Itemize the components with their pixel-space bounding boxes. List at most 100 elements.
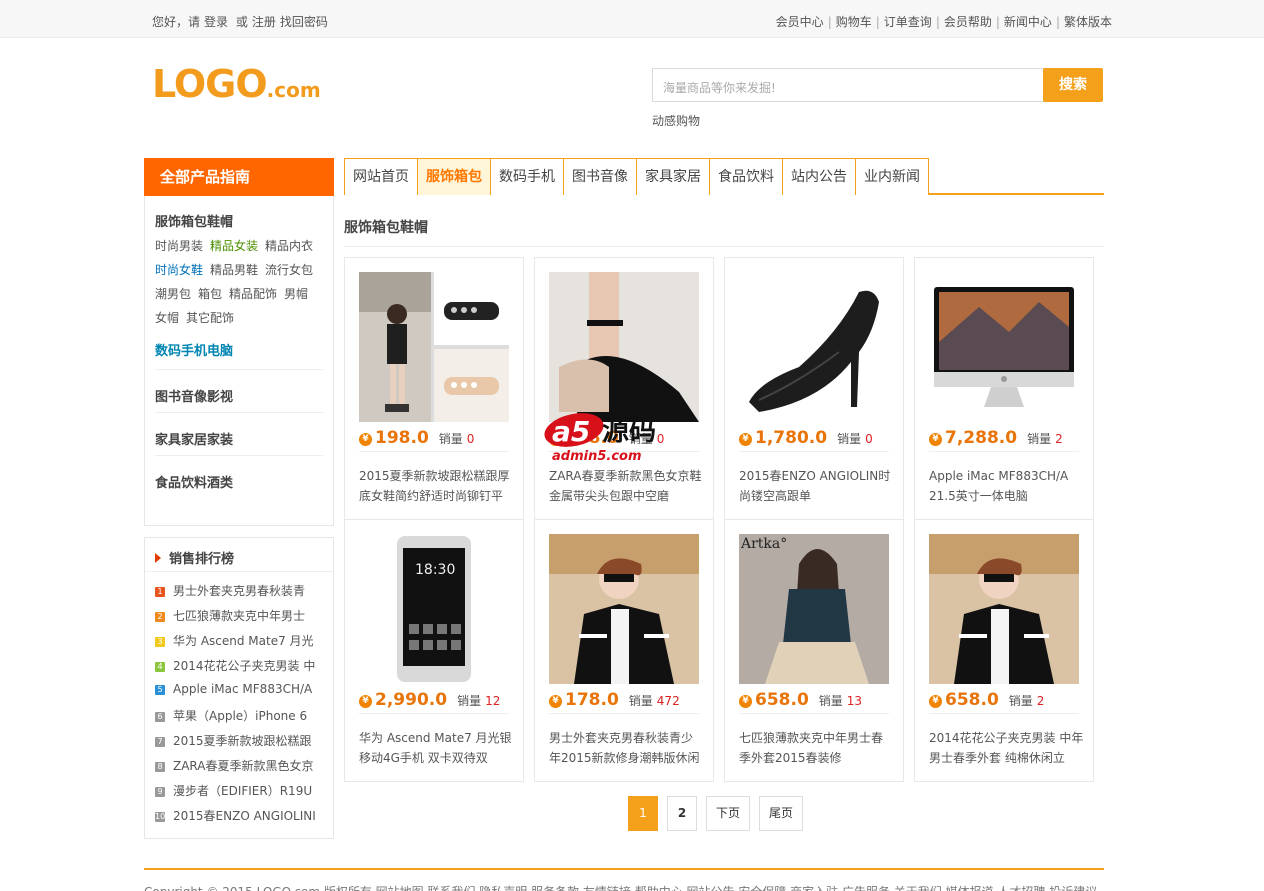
nav-tab[interactable]: 数码手机 [491,158,564,195]
top-link-member-center[interactable]: 会员中心 [776,15,824,29]
product-card[interactable]: Artka° ¥658.0 销量 13 七匹狼薄款夹克中年男士春季外套2015春装修 [724,519,904,782]
product-image[interactable] [739,272,889,422]
ranking-item[interactable]: 6 苹果（Apple）iPhone 6 [155,707,325,732]
ranking-item[interactable]: 4 2014花花公子夹克男装 中 [155,657,325,682]
product-image[interactable] [549,272,699,422]
ranking-item-label: 七匹狼薄款夹克中年男士 [173,609,306,623]
sales-count: 472 [656,694,680,708]
sales-count: 2 [1055,432,1063,446]
nav-tab[interactable]: 网站首页 [345,158,418,195]
section-title: 服饰箱包鞋帽 [344,195,1104,247]
nav-tab[interactable]: 家具家居 [637,158,710,195]
product-image[interactable] [929,534,1079,684]
product-title[interactable]: 男士外套夹克男春秋装青少年2015新款修身潮韩版休闲 [549,728,704,768]
category-link[interactable]: 时尚女鞋 [155,263,203,277]
a5-watermark-logo: a5 源码 admin5.com [538,404,688,464]
category-link[interactable]: 精品内衣 [265,239,313,253]
ranking-item[interactable]: 9 漫步者（EDIFIER）R19U [155,782,325,807]
product-title[interactable]: ZARA春夏季新款黑色女京鞋金属带尖头包跟中空磨 [549,466,704,506]
hot-keyword[interactable]: 动感购物 [652,112,700,129]
nav-tab[interactable]: 业内新闻 [856,158,929,195]
top-link-news[interactable]: 新闻中心 [1004,15,1052,29]
product-image[interactable] [929,272,1079,422]
product-card[interactable]: ¥178.0销量0 ZARA春夏季新款黑色女京鞋金属带尖头包跟中空磨 [534,257,714,520]
ranking-item-label: 2015春ENZO ANGIOLINI [173,809,316,823]
category-guide-title: 全部产品指南 [144,158,334,196]
product-price: 178.0 [565,690,619,710]
category-title-books[interactable]: 图书音像影视 [155,372,323,413]
category-link[interactable]: 精品配饰 [229,287,277,301]
ranking-item[interactable]: 7 2015夏季新款坡跟松糕跟 [155,732,325,757]
category-title-furniture[interactable]: 家具家居家装 [155,415,323,456]
nav-tab[interactable]: 站内公告 [783,158,856,195]
category-link[interactable]: 女帽 [155,311,179,325]
product-card[interactable]: ¥178.0 销量 472 男士外套夹克男春秋装青少年2015新款修身潮韩版休闲 [534,519,714,782]
site-logo[interactable]: LOGO.com [152,65,321,103]
page-1-button[interactable]: 1 [628,796,658,831]
sales-label: 销量 [438,432,463,446]
product-image[interactable]: 18:30 [359,534,509,684]
last-page-button[interactable]: 尾页 [759,796,804,831]
page-2-button[interactable]: 2 [667,796,697,831]
top-link-traditional[interactable]: 繁体版本 [1064,15,1112,29]
category-link[interactable]: 潮男包 [155,287,191,301]
register-link[interactable]: 注册 [252,15,276,29]
category-link[interactable]: 时尚男装 [155,239,203,253]
product-title[interactable]: 2015春ENZO ANGIOLIN时尚镂空高跟单 [739,466,894,506]
ranking-item-label: 男士外套夹克男春秋装青 [173,584,306,598]
ranking-item-label: 2014花花公子夹克男装 中 [173,659,316,673]
category-link[interactable]: 其它配饰 [186,311,234,325]
rank-number-badge: 7 [155,737,165,747]
product-card[interactable]: ¥7,288.0 销量 2 Apple iMac MF883CH/A 21.5英寸一… [914,257,1094,520]
nav-tab[interactable]: 服饰箱包 [418,158,491,195]
ranking-item[interactable]: 8 ZARA春夏季新款黑色女京 [155,757,325,782]
product-card[interactable]: ¥658.0 销量 2 2014花花公子夹克男装 中年男士春季外套 纯棉休闲立 [914,519,1094,782]
category-link[interactable]: 箱包 [198,287,222,301]
triangle-icon [155,553,161,563]
ranking-list: 1 男士外套夹克男春秋装青 2 七匹狼薄款夹克中年男士 3 华为 Ascend Mate7… [145,572,333,832]
category-title-food[interactable]: 食品饮料酒类 [155,458,323,498]
search-button[interactable]: 搜索 [1043,68,1103,102]
product-image[interactable] [549,534,699,684]
pagination: 1 2 下页 尾页 [628,796,812,831]
ranking-item[interactable]: 2 七匹狼薄款夹克中年男士 [155,607,325,632]
ranking-item-label: 苹果（Apple）iPhone 6 [173,709,308,723]
product-card[interactable]: ¥198.0 销量 0 2015夏季新款坡跟松糕跟厚底女鞋简约舒适时尚铆钉平 [344,257,524,520]
search-input[interactable]: 海量商品等你来发掘! [652,68,1044,102]
product-image[interactable]: Artka° [739,534,889,684]
product-card[interactable]: ¥1,780.0 销量 0 2015春ENZO ANGIOLIN时尚镂空高跟单 [724,257,904,520]
category-title-digital[interactable]: 数码手机电脑 [155,330,323,370]
category-link[interactable]: 精品女装 [210,239,258,253]
login-link[interactable]: 登录 [204,15,228,29]
nav-tab[interactable]: 食品饮料 [710,158,783,195]
rank-number-badge: 9 [155,787,165,797]
sales-count: 0 [865,432,873,446]
product-image[interactable] [359,272,509,422]
product-title[interactable]: 七匹狼薄款夹克中年男士春季外套2015春装修 [739,728,894,768]
top-link-order-query[interactable]: 订单查询 [884,15,932,29]
product-price: 7,288.0 [945,428,1018,448]
ranking-item[interactable]: 3 华为 Ascend Mate7 月光 [155,632,325,657]
top-link-help[interactable]: 会员帮助 [944,15,992,29]
product-title[interactable]: 2015夏季新款坡跟松糕跟厚底女鞋简约舒适时尚铆钉平 [359,466,514,506]
next-page-button[interactable]: 下页 [706,796,751,831]
forgot-password-link[interactable]: 找回密码 [280,15,328,29]
ranking-item[interactable]: 5 Apple iMac MF883CH/A [155,682,325,707]
ranking-item[interactable]: 1 男士外套夹克男春秋装青 [155,582,325,607]
product-title[interactable]: Apple iMac MF883CH/A 21.5英寸一体电脑 [929,466,1084,506]
product-title[interactable]: 2014花花公子夹克男装 中年男士春季外套 纯棉休闲立 [929,728,1084,768]
nav-tab[interactable]: 图书音像 [564,158,637,195]
category-link[interactable]: 精品男鞋 [210,263,258,277]
category-link[interactable]: 流行女包 [265,263,313,277]
ranking-item[interactable]: 10 2015春ENZO ANGIOLINI [155,807,325,832]
sales-count: 0 [466,432,475,446]
currency-icon: ¥ [929,695,942,708]
top-link-cart[interactable]: 购物车 [836,15,872,29]
category-title-apparel[interactable]: 服饰箱包鞋帽 [155,196,323,234]
product-title[interactable]: 华为 Ascend Mate7 月光银 移动4G手机 双卡双待双 [359,728,514,768]
product-card[interactable]: 18:30 ¥2,990.0 销量 12 华为 Ascend Mate7 月光银 移… [344,519,524,782]
sidebar: 全部产品指南 服饰箱包鞋帽 时尚男装 精品女装 精品内衣 时尚女鞋 精品男鞋 流行女包 … [144,158,334,839]
category-link[interactable]: 男帽 [284,287,308,301]
product-price-row: ¥7,288.0 销量 2 [929,428,1079,452]
main-content: 网站首页 服饰箱包 数码手机 图书音像 家具家居 食品饮料 站内公告 业内新闻 服饰箱包鞋帽 … [344,158,1104,831]
